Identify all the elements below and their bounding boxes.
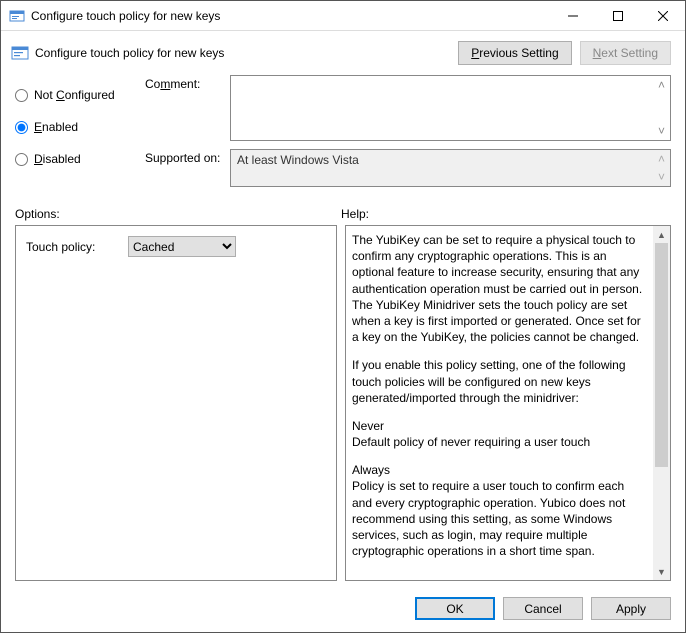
comment-label: Comment: — [145, 75, 230, 141]
scroll-up-icon: ˄ — [658, 78, 665, 92]
help-scrollbar[interactable]: ▲ ▼ — [653, 226, 670, 580]
apply-button[interactable]: Apply — [591, 597, 671, 620]
scroll-up-icon: ˄ — [658, 152, 665, 166]
scroll-down-icon: ˅ — [658, 170, 665, 184]
ok-button[interactable]: OK — [415, 597, 495, 620]
next-setting-button[interactable]: Next Setting — [580, 41, 671, 65]
touch-policy-label: Touch policy: — [26, 240, 128, 254]
panel-labels: Options: Help: — [1, 197, 685, 225]
options-panel: Touch policy: Cached — [15, 225, 337, 581]
config-area: Not Configured Enabled Disabled Comment:… — [1, 71, 685, 197]
supported-scrollbar: ˄ ˅ — [653, 150, 670, 186]
policy-icon — [11, 44, 29, 62]
supported-on-value: At least Windows Vista ˄ ˅ — [230, 149, 671, 187]
maximize-button[interactable] — [595, 1, 640, 30]
title-bar: Configure touch policy for new keys — [1, 1, 685, 31]
close-button[interactable] — [640, 1, 685, 30]
scroll-down-icon: ˅ — [658, 124, 665, 138]
dialog-buttons: OK Cancel Apply — [1, 589, 685, 632]
disabled-label[interactable]: Disabled — [34, 152, 81, 166]
minimize-button[interactable] — [550, 1, 595, 30]
panels: Touch policy: Cached The YubiKey can be … — [1, 225, 685, 589]
comment-textarea[interactable]: ˄ ˅ — [230, 75, 671, 141]
not-configured-label[interactable]: Not Configured — [34, 88, 115, 102]
scroll-thumb[interactable] — [655, 243, 668, 467]
help-panel: The YubiKey can be set to require a phys… — [345, 225, 671, 581]
previous-setting-button[interactable]: Previous Setting — [458, 41, 571, 65]
policy-title: Configure touch policy for new keys — [35, 46, 450, 60]
scroll-track[interactable] — [653, 243, 670, 563]
enabled-radio[interactable] — [15, 121, 28, 134]
help-label: Help: — [341, 207, 369, 221]
help-text: The YubiKey can be set to require a phys… — [346, 226, 653, 580]
disabled-radio[interactable] — [15, 153, 28, 166]
touch-policy-select[interactable]: Cached — [128, 236, 236, 257]
cancel-button[interactable]: Cancel — [503, 597, 583, 620]
supported-on-label: Supported on: — [145, 149, 230, 187]
options-label: Options: — [15, 207, 341, 221]
enabled-label[interactable]: Enabled — [34, 120, 78, 134]
scroll-down-icon[interactable]: ▼ — [653, 563, 670, 580]
header-row: Configure touch policy for new keys Prev… — [1, 31, 685, 71]
scroll-up-icon[interactable]: ▲ — [653, 226, 670, 243]
comment-scrollbar[interactable]: ˄ ˅ — [653, 76, 670, 140]
window-title: Configure touch policy for new keys — [31, 9, 550, 23]
not-configured-radio[interactable] — [15, 89, 28, 102]
state-radios: Not Configured Enabled Disabled — [15, 75, 145, 195]
app-icon — [9, 8, 25, 24]
